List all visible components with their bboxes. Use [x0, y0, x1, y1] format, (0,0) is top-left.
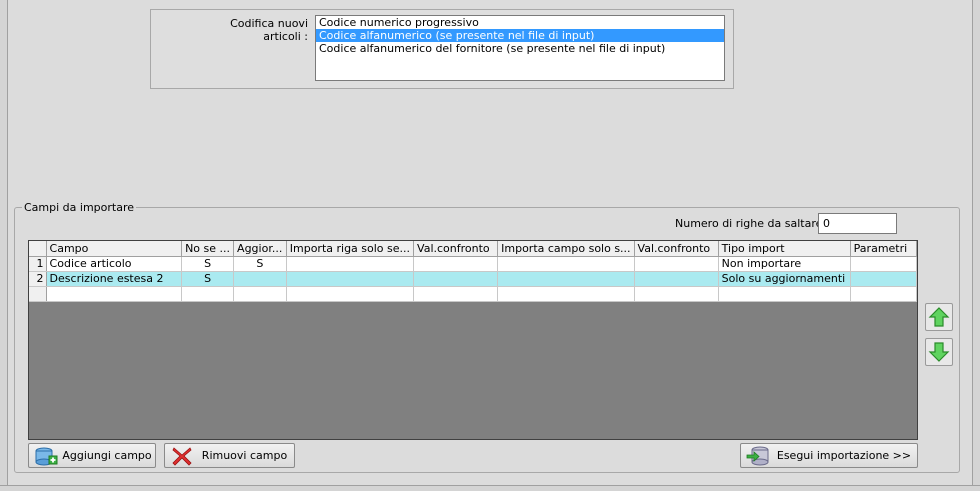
cell-tipo-import[interactable]: Solo su aggiornamenti [718, 271, 851, 287]
window-frame-left [0, 0, 8, 491]
header-val-confronto-2[interactable]: Val.confronto [634, 241, 719, 257]
remove-field-button[interactable]: Rimuovi campo [164, 443, 295, 468]
move-up-button[interactable] [925, 303, 953, 331]
campi-grid[interactable]: Campo No se ... Aggior... Importa riga s… [28, 240, 918, 440]
header-val-confronto-1[interactable]: Val.confronto [413, 241, 499, 257]
skip-rows-label: Numero di righe da saltare : [675, 217, 830, 230]
cell-val-confronto-1[interactable] [413, 286, 499, 302]
row-number: 1 [29, 256, 47, 272]
row-number [29, 286, 47, 302]
header-tipo-import[interactable]: Tipo import [718, 241, 851, 257]
cell-no-se[interactable]: S [181, 256, 235, 272]
table-row[interactable]: 2 Descrizione estesa 2 S Solo su aggiorn… [29, 271, 918, 287]
run-import-button[interactable]: Esegui importazione >> [740, 443, 918, 468]
cell-aggior[interactable]: S [233, 256, 287, 272]
green-arrow-up-icon [928, 307, 950, 327]
codifica-option-numerico[interactable]: Codice numerico progressivo [316, 16, 724, 29]
cell-campo[interactable]: Descrizione estesa 2 [46, 271, 183, 287]
codifica-label: Codifica nuovi articoli : [230, 17, 308, 43]
cell-importa-riga[interactable] [286, 271, 415, 287]
table-header-row: Campo No se ... Aggior... Importa riga s… [29, 241, 918, 257]
header-aggior[interactable]: Aggior... [233, 241, 287, 257]
table-row[interactable]: 1 Codice articolo S S Non importare [29, 256, 918, 272]
row-number: 2 [29, 271, 47, 287]
add-field-label: Aggiungi campo [62, 449, 152, 462]
header-importa-campo[interactable]: Importa campo solo s... [497, 241, 635, 257]
cell-importa-riga[interactable] [286, 286, 415, 302]
cell-val-confronto-2[interactable] [634, 256, 719, 272]
cell-no-se[interactable]: S [181, 271, 235, 287]
codifica-option-fornitore[interactable]: Codice alfanumerico del fornitore (se pr… [316, 42, 724, 55]
remove-field-label: Rimuovi campo [201, 449, 288, 462]
cell-campo[interactable] [46, 286, 183, 302]
run-import-label: Esegui importazione >> [776, 449, 912, 462]
cell-no-se[interactable] [181, 286, 235, 302]
cell-parametri[interactable] [850, 271, 918, 287]
move-down-button[interactable] [925, 338, 953, 366]
window-frame-right [972, 0, 980, 491]
cell-importa-campo[interactable] [497, 256, 635, 272]
skip-rows-input[interactable]: 0 [818, 213, 897, 234]
header-rownum [29, 241, 47, 257]
red-x-icon [169, 445, 195, 467]
cell-campo[interactable]: Codice articolo [46, 256, 183, 272]
cell-aggior[interactable] [233, 286, 287, 302]
header-no-se[interactable]: No se ... [181, 241, 235, 257]
codifica-listbox[interactable]: Codice numerico progressivo Codice alfan… [315, 15, 725, 81]
cell-tipo-import[interactable]: Non importare [718, 256, 851, 272]
cell-val-confronto-1[interactable] [413, 271, 499, 287]
header-parametri[interactable]: Parametri [850, 241, 918, 257]
campi-group-title: Campi da importare [22, 201, 136, 214]
cell-val-confronto-1[interactable] [413, 256, 499, 272]
cell-tipo-import[interactable] [718, 286, 851, 302]
cell-importa-riga[interactable] [286, 256, 415, 272]
database-arrow-icon [745, 445, 771, 467]
cell-importa-campo[interactable] [497, 271, 635, 287]
cell-importa-campo[interactable] [497, 286, 635, 302]
green-arrow-down-icon [928, 342, 950, 362]
table-row-new[interactable] [29, 286, 918, 302]
add-field-button[interactable]: Aggiungi campo [28, 443, 156, 468]
cell-aggior[interactable] [233, 271, 287, 287]
database-add-icon [33, 445, 59, 467]
window-frame-bottom [0, 485, 980, 491]
header-campo[interactable]: Campo [46, 241, 183, 257]
cell-val-confronto-2[interactable] [634, 271, 719, 287]
cell-val-confronto-2[interactable] [634, 286, 719, 302]
header-importa-riga[interactable]: Importa riga solo se... [286, 241, 415, 257]
cell-parametri[interactable] [850, 286, 918, 302]
codifica-option-alfanumerico[interactable]: Codice alfanumerico (se presente nel fil… [316, 29, 724, 42]
campi-table: Campo No se ... Aggior... Importa riga s… [29, 241, 918, 302]
cell-parametri[interactable] [850, 256, 918, 272]
